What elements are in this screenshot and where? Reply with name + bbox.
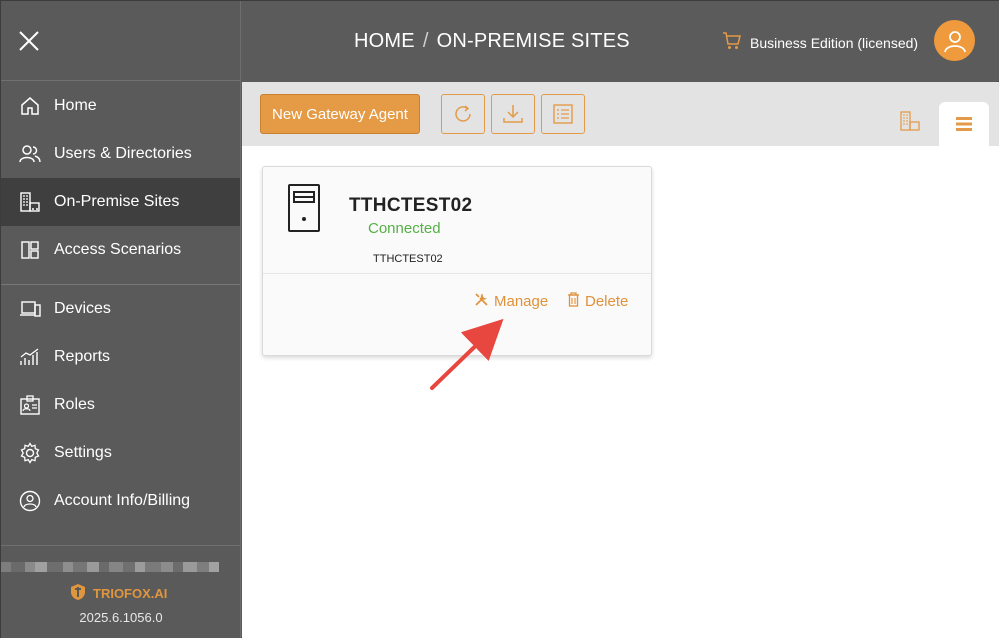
breadcrumb: HOME / ON-PREMISE SITES [354,30,630,53]
breadcrumb-home[interactable]: HOME [354,30,415,52]
sidebar-item-label: Reports [54,348,111,365]
breadcrumb-separator: / [422,30,429,52]
avatar[interactable] [934,20,975,61]
refresh-icon [455,105,471,122]
sidebar-item-label: Account Info/Billing [54,492,191,509]
list-icon [956,117,972,131]
close-icon[interactable] [17,29,41,53]
server-icon [287,183,321,240]
home-icon [19,95,41,117]
layout-icon [19,239,41,261]
account-icon [19,490,41,512]
list-view-tab[interactable] [939,102,989,146]
user-icon [943,30,966,52]
top-bar: HOME / ON-PREMISE SITES Business Edition (… [241,1,999,81]
sidebar-item-reports[interactable]: Reports [1,333,240,381]
sidebar-item-home[interactable]: Home [1,82,240,130]
delete-button[interactable]: Delete [567,292,628,311]
trash-icon [567,292,580,311]
edition-badge[interactable]: Business Edition (licensed) [722,31,918,54]
sidebar-header [1,1,240,81]
sidebar-footer: TRIOFOX.AI 2025.6.1056.0 [1,545,240,638]
sidebar-item-users[interactable]: Users & Directories [1,130,240,178]
sidebar-item-label: Users & Directories [54,145,192,162]
brand-name: TRIOFOX.AI [93,586,168,601]
sidebar-item-label: Roles [54,396,95,413]
sidebar-item-devices[interactable]: Devices [1,285,240,333]
gear-icon [19,442,41,464]
building-icon [19,191,41,213]
sidebar-item-label: Settings [54,444,112,461]
details-button[interactable] [541,94,585,134]
sidebar-item-label: Home [54,97,97,114]
redacted-text [1,562,231,574]
status-text: Connected [368,220,441,237]
sidebar-item-account-billing[interactable]: Account Info/Billing [1,477,240,525]
breadcrumb-current: ON-PREMISE SITES [436,30,630,52]
shield-logo-icon [69,583,87,604]
sidebar-item-on-premise-sites[interactable]: On-Premise Sites [1,178,240,226]
chart-icon [19,346,41,368]
site-name: TTHCTEST02 [349,195,473,216]
site-host: TTHCTEST02 [373,253,443,265]
delete-label: Delete [585,293,629,310]
card-divider [263,273,651,274]
nav-group-admin: Devices Reports Roles Settings Account I… [1,285,240,525]
sidebar-item-settings[interactable]: Settings [1,429,240,477]
download-icon [503,105,523,123]
sidebar-item-label: On-Premise Sites [54,193,180,210]
download-button[interactable] [491,94,535,134]
building-icon [900,111,920,131]
sidebar-item-label: Access Scenarios [54,241,182,258]
edition-label: Business Edition (licensed) [750,34,919,51]
tools-icon [474,292,489,311]
main-panel: New Gateway Agent TTHCTEST02 Connected T… [242,82,999,638]
cart-icon [722,31,742,54]
sidebar-item-access-scenarios[interactable]: Access Scenarios [1,226,240,274]
sidebar-item-roles[interactable]: Roles [1,381,240,429]
users-icon [19,143,41,165]
list-detail-icon [553,104,573,124]
id-card-icon [19,394,41,416]
manage-button[interactable]: Manage [474,292,548,311]
nav-group-main: Home Users & Directories On-Premise Site… [1,81,240,274]
new-gateway-agent-button[interactable]: New Gateway Agent [260,94,420,134]
toolbar: New Gateway Agent [242,82,999,146]
refresh-button[interactable] [441,94,485,134]
manage-label: Manage [494,293,549,310]
sites-view-button[interactable] [899,110,921,137]
app-version: 2025.6.1056.0 [79,610,163,625]
sidebar-item-label: Devices [54,300,111,317]
site-card: TTHCTEST02 Connected TTHCTEST02 Manage D… [262,166,652,356]
devices-icon [19,298,41,320]
sidebar: Home Users & Directories On-Premise Site… [1,1,241,638]
brand-logo: TRIOFOX.AI [69,583,167,604]
